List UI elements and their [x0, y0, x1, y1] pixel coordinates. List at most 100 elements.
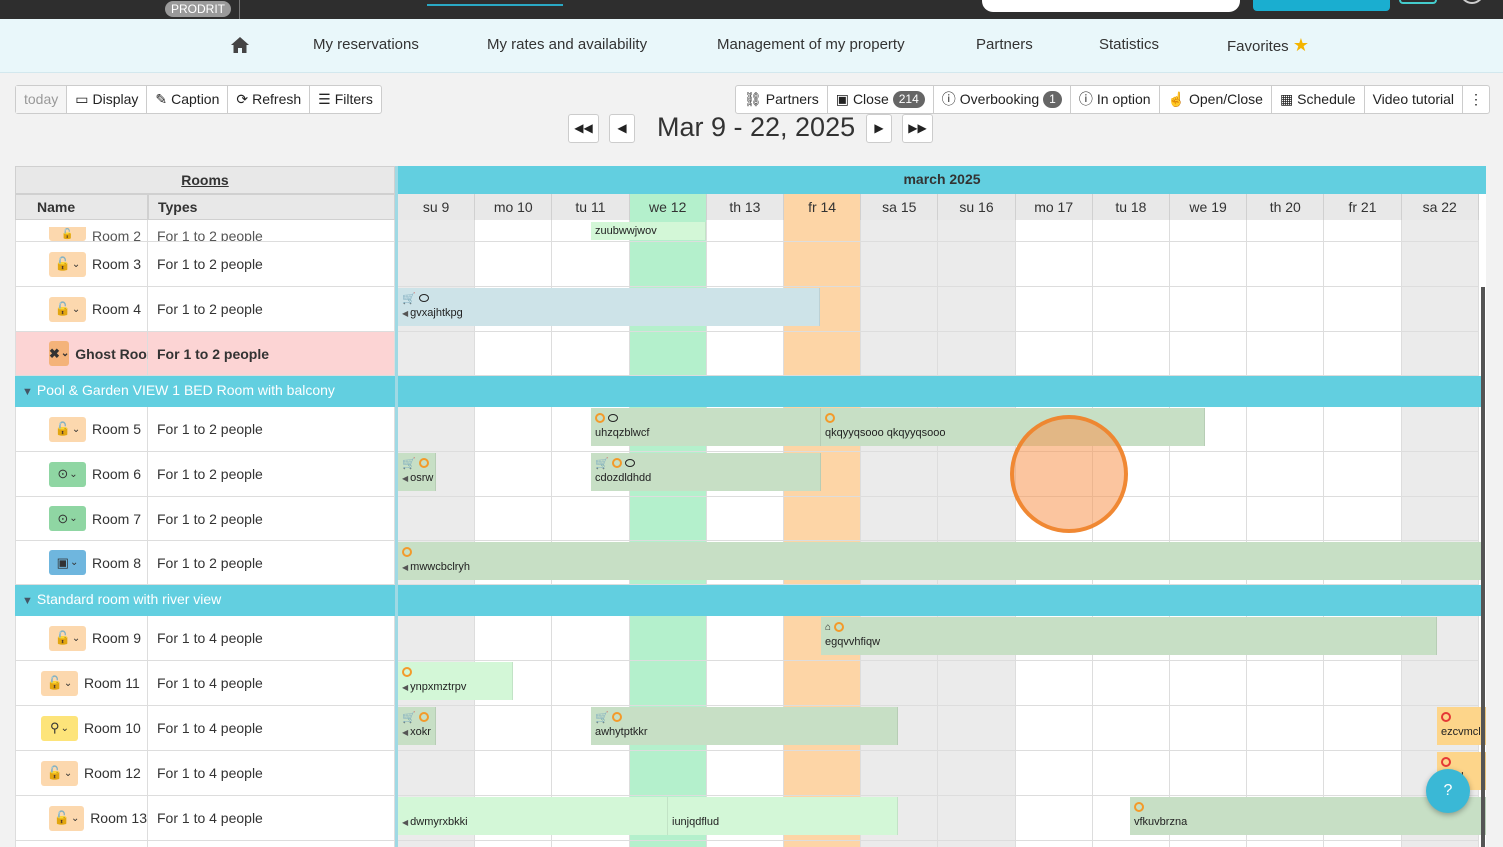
availability-cell[interactable]: [1092, 242, 1170, 287]
availability-cell[interactable]: [1092, 332, 1170, 376]
availability-cell[interactable]: [552, 751, 630, 796]
room-name[interactable]: Ghost Room: [75, 346, 159, 362]
availability-cell[interactable]: [629, 841, 707, 847]
availability-cell[interactable]: [861, 287, 939, 332]
availability-cell[interactable]: [938, 796, 1016, 841]
toggle-button[interactable]: [1399, 0, 1437, 4]
nav-statistics[interactable]: Statistics: [1099, 19, 1159, 73]
availability-cell[interactable]: [784, 751, 862, 796]
availability-cell[interactable]: [475, 332, 553, 376]
reservation-block[interactable]: ◀ ynpxmztrpv: [398, 662, 513, 700]
column-divider[interactable]: [395, 166, 398, 847]
availability-cell[interactable]: [1170, 242, 1248, 287]
availability-cell[interactable]: [1401, 452, 1479, 497]
availability-cell[interactable]: [552, 841, 630, 847]
availability-cell[interactable]: [706, 841, 784, 847]
availability-cell[interactable]: [1247, 751, 1325, 796]
nav-partners[interactable]: Partners: [976, 19, 1033, 73]
availability-cell[interactable]: [938, 841, 1016, 847]
lock-status-icon[interactable]: 🔓 ⌄: [41, 670, 78, 696]
availability-cell[interactable]: [475, 220, 553, 242]
availability-cell[interactable]: [629, 751, 707, 796]
availability-cell[interactable]: [475, 841, 553, 847]
availability-cell[interactable]: [706, 661, 784, 706]
availability-cell[interactable]: [1324, 751, 1402, 796]
availability-cell[interactable]: [1015, 751, 1093, 796]
availability-cell[interactable]: [938, 242, 1016, 287]
availability-cell[interactable]: [1401, 497, 1479, 541]
availability-cell[interactable]: [706, 242, 784, 287]
availability-cell[interactable]: [1401, 242, 1479, 287]
filters-button[interactable]: ☰ Filters: [310, 86, 381, 113]
reservation-block[interactable]: 🛒 awhytptkkr: [591, 707, 898, 745]
availability-cell[interactable]: [1092, 706, 1170, 751]
availability-cell[interactable]: [784, 332, 862, 376]
availability-cell[interactable]: [629, 332, 707, 376]
search-input[interactable]: [982, 0, 1240, 12]
nav-rates-availability[interactable]: My rates and availability: [487, 19, 647, 73]
lock-status-icon[interactable]: 🔓 ⌄: [41, 760, 78, 786]
lock-status-icon[interactable]: 🔓 ⌄: [49, 416, 86, 442]
partners-button[interactable]: ⛓ Partners: [736, 86, 828, 113]
availability-cell[interactable]: [861, 242, 939, 287]
availability-cell[interactable]: [1015, 332, 1093, 376]
availability-cell[interactable]: [1247, 661, 1325, 706]
reservation-block[interactable]: 🛒 ◀ gvxajhtkpg: [398, 288, 820, 326]
next-fast-button[interactable]: ▶▶: [902, 114, 933, 143]
availability-cell[interactable]: [398, 497, 476, 541]
reservation-block[interactable]: ezcvmcl: [1437, 707, 1486, 745]
availability-cell[interactable]: [398, 242, 476, 287]
help-button[interactable]: ?: [1426, 769, 1470, 813]
availability-cell[interactable]: [475, 706, 553, 751]
availability-cell[interactable]: [1324, 706, 1402, 751]
display-button[interactable]: ▭ Display: [67, 86, 148, 113]
availability-cell[interactable]: [1324, 841, 1402, 847]
availability-cell[interactable]: [475, 497, 553, 541]
reservation-block[interactable]: ◀ mwwcbclryh: [398, 542, 1483, 580]
room-name[interactable]: Room 3: [92, 256, 141, 272]
reservation-block[interactable]: 🛒 cdozdldhdd: [591, 453, 821, 491]
availability-cell[interactable]: [938, 661, 1016, 706]
availability-cell[interactable]: [398, 332, 476, 376]
availability-cell[interactable]: [784, 497, 862, 541]
more-menu-button[interactable]: ⋮: [1463, 86, 1489, 113]
availability-cell[interactable]: [784, 661, 862, 706]
close-button[interactable]: ▣ Close 214: [828, 86, 934, 113]
availability-cell[interactable]: [1092, 661, 1170, 706]
prev-fast-button[interactable]: ◀◀: [568, 114, 599, 143]
availability-cell[interactable]: [1170, 287, 1248, 332]
availability-cell[interactable]: [1170, 706, 1248, 751]
availability-cell[interactable]: [938, 220, 1016, 242]
lock-status-icon[interactable]: 🔓 ⌄: [49, 805, 85, 831]
reservation-block[interactable]: zuubwwjwov: [591, 222, 706, 240]
caption-button[interactable]: ✎ Caption: [147, 86, 229, 113]
availability-cell[interactable]: [861, 841, 939, 847]
reservation-block[interactable]: ◀ dwmyrxbkki: [398, 797, 668, 835]
availability-cell[interactable]: [1247, 287, 1325, 332]
availability-cell[interactable]: [1015, 220, 1093, 242]
availability-cell[interactable]: [629, 497, 707, 541]
availability-cell[interactable]: [861, 332, 939, 376]
nav-my-reservations[interactable]: My reservations: [313, 19, 419, 73]
home-icon[interactable]: [230, 36, 250, 54]
availability-cell[interactable]: [784, 841, 862, 847]
availability-cell[interactable]: [1170, 751, 1248, 796]
availability-cell[interactable]: [1247, 242, 1325, 287]
today-button[interactable]: today: [16, 86, 68, 113]
availability-cell[interactable]: [1401, 287, 1479, 332]
vertical-scrollbar[interactable]: [1481, 287, 1485, 847]
availability-cell[interactable]: [706, 751, 784, 796]
availability-cell[interactable]: [938, 751, 1016, 796]
room-name[interactable]: Room 10: [84, 720, 141, 736]
availability-cell[interactable]: [938, 287, 1016, 332]
availability-cell[interactable]: [938, 706, 1016, 751]
room-name[interactable]: Room 13: [90, 810, 147, 826]
availability-cell[interactable]: [1170, 452, 1248, 497]
room-type-section[interactable]: ▼ Pool & Garden VIEW 1 BED Room with balc…: [15, 376, 395, 407]
nav-favorites[interactable]: Favorites ★: [1227, 19, 1309, 73]
availability-cell[interactable]: [1401, 220, 1479, 242]
availability-cell[interactable]: [552, 661, 630, 706]
availability-cell[interactable]: [1324, 332, 1402, 376]
availability-cell[interactable]: [784, 220, 862, 242]
availability-cell[interactable]: [552, 332, 630, 376]
